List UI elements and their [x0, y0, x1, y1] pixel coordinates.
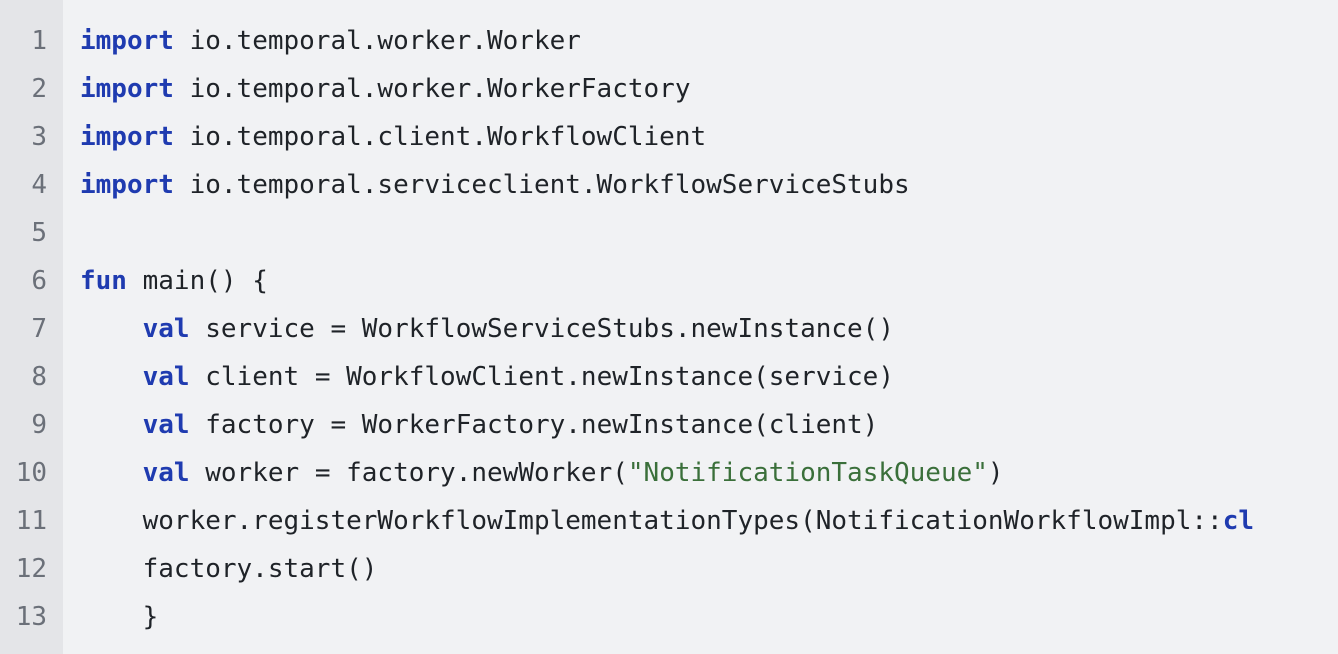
code-line: import io.temporal.worker.Worker [80, 17, 1338, 65]
code-token: client = WorkflowClient.newInstance(serv… [189, 362, 894, 392]
line-number: 2 [31, 74, 47, 104]
code-viewer: 1 2 3 4 5 6 7 8 9 10 11 12 13 import io.temporal.wor… [0, 0, 1338, 654]
keyword-token: fun [80, 266, 127, 296]
code-token: factory = WorkerFactory.newInstance(clie… [189, 410, 879, 440]
code-token: ) [987, 458, 1004, 488]
code-line: import io.temporal.serviceclient.Workflo… [80, 161, 1338, 209]
keyword-token: import [80, 74, 174, 104]
code-line: import io.temporal.worker.WorkerFactory [80, 65, 1338, 113]
code-line: fun main() { [80, 257, 1338, 305]
line-number: 3 [31, 122, 47, 152]
code-line: worker.registerWorkflowImplementationTyp… [80, 497, 1338, 545]
code-line: val worker = factory.newWorker("Notifica… [80, 449, 1338, 497]
code-line: val service = WorkflowServiceStubs.newIn… [80, 305, 1338, 353]
keyword-token: val [142, 314, 190, 344]
line-number: 7 [31, 314, 47, 344]
keyword-token: val [142, 410, 190, 440]
keyword-token: import [80, 122, 174, 152]
code-line: factory.start() [80, 545, 1338, 593]
line-number: 8 [31, 362, 47, 392]
line-number: 11 [15, 506, 47, 536]
line-number: 9 [31, 410, 47, 440]
code-line: val client = WorkflowClient.newInstance(… [80, 353, 1338, 401]
line-number: 10 [15, 458, 47, 488]
keyword-token: import [80, 170, 174, 200]
code-line: } [80, 593, 1338, 641]
code-line: import io.temporal.client.WorkflowClient [80, 113, 1338, 161]
code-token: io.temporal.worker.WorkerFactory [173, 74, 691, 104]
code-token: service = WorkflowServiceStubs.newInstan… [189, 314, 894, 344]
keyword-token: cl [1222, 506, 1255, 536]
code-token: factory.start() [80, 554, 378, 584]
code-token: io.temporal.serviceclient.WorkflowServic… [173, 170, 910, 200]
code-token: worker = factory.newWorker( [189, 458, 628, 488]
keyword-token: val [142, 458, 190, 488]
code-token: io.temporal.client.WorkflowClient [173, 122, 707, 152]
line-number: 6 [31, 266, 47, 296]
string-literal-token: "NotificationTaskQueue" [627, 458, 988, 488]
line-number: 5 [31, 218, 47, 248]
line-number: 13 [15, 602, 47, 632]
code-line: val factory = WorkerFactory.newInstance(… [80, 401, 1338, 449]
code-token: } [80, 602, 159, 632]
code-token: io.temporal.worker.Worker [173, 26, 581, 56]
code-token: worker.registerWorkflowImplementationTyp… [80, 506, 1223, 536]
keyword-token: import [80, 26, 174, 56]
code-token: main() { [126, 266, 268, 296]
line-number: 4 [31, 170, 47, 200]
line-number: 1 [31, 26, 47, 56]
code-area[interactable]: import io.temporal.worker.Worker import i… [63, 0, 1338, 654]
line-number-gutter: 1 2 3 4 5 6 7 8 9 10 11 12 13 [0, 0, 63, 654]
line-number: 12 [15, 554, 47, 584]
keyword-token: val [142, 362, 190, 392]
